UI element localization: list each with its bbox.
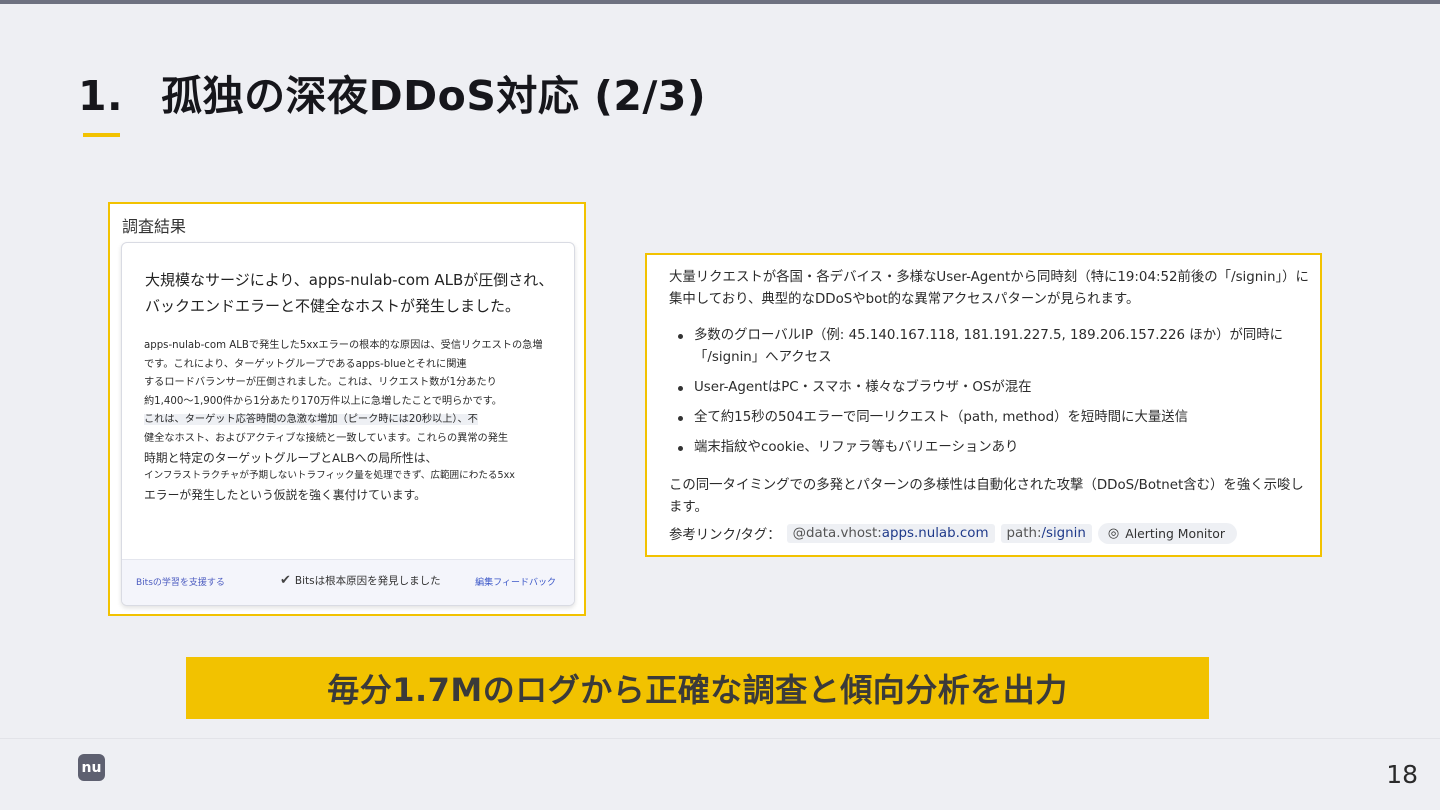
page-number: 18 [1386, 760, 1418, 789]
body-line: エラーが発生したという仮説を強く裏付けています。 [144, 487, 426, 502]
help-bits-learn-link[interactable]: Bitsの学習を支援する [136, 575, 225, 588]
list-item: 多数のグローバルIP（例: 45.140.167.118, 181.191.22… [677, 325, 1309, 369]
root-cause-found-status: ✔ Bitsは根本原因を発見しました [280, 573, 441, 588]
banner-text: 毎分1.7Mのログから正確な調査と傾向分析を出力 [327, 671, 1068, 709]
tag-path[interactable]: path:/signin [1000, 523, 1092, 543]
card-body: apps-nulab-com ALBで発生した5xxエラーの根本的な原因は、受信… [144, 337, 564, 504]
summary-banner: 毎分1.7Mのログから正確な調査と傾向分析を出力 [186, 657, 1209, 719]
title-underline [83, 133, 120, 137]
body-line: apps-nulab-com ALBで発生した5xxエラーの根本的な原因は、受信… [144, 340, 543, 351]
slide-title: 1. 孤独の深夜DDoS対応 (2/3) [78, 62, 706, 122]
analysis-intro: 大量リクエストが各国・各デバイス・多様なUser-Agentから同時刻（特に19… [669, 270, 1309, 307]
monitor-icon: ◎ [1107, 525, 1120, 541]
nulab-logo: nu [78, 754, 105, 781]
body-line: インフラストラクチャが予期しないトラフィック量を処理できず、広範囲にわたる5xx [144, 470, 515, 482]
analysis-conclusion: この同一タイミングでの多発とパターンの多様性は自動化された攻撃（DDoS/Bot… [669, 478, 1304, 515]
body-line: 時期と特定のターゲットグループとALBへの局所性は、 [144, 450, 438, 465]
card-footer: Bitsの学習を支援する ✔ Bitsは根本原因を発見しました 編集フィードバック [122, 559, 574, 605]
slide-title-number: 1. [78, 72, 124, 120]
top-bar [0, 0, 1440, 4]
body-line: するロードバランサーが圧倒されました。これは、リクエスト数が1分あたり [144, 377, 497, 389]
reference-tags: 参考リンク/タグ： @data.vhost:apps.nulab.com pat… [669, 521, 1237, 545]
check-icon: ✔ [280, 573, 291, 588]
list-item: 全て約15秒の504エラーで同一リクエスト（path, method）を短時間に… [677, 407, 1309, 429]
panel-heading: 調査結果 [122, 217, 187, 236]
body-line: これは、ターゲット応答時間の急激な増加（ピーク時には20秒以上）、不 [144, 414, 478, 426]
analysis-panel: 大量リクエストが各国・各デバイス・多様なUser-Agentから同時刻（特に19… [645, 253, 1322, 557]
card-headline: 大規模なサージにより、apps-nulab-com ALBが圧倒され、バックエン… [145, 271, 554, 315]
tags-label: 参考リンク/タグ： [669, 528, 781, 543]
list-item: User-AgentはPC・スマホ・様々なブラウザ・OSが混在 [677, 377, 1309, 399]
footer-divider [0, 738, 1440, 739]
body-line: 約1,400〜1,900件から1分あたり170万件以上に急増したことで明らかです… [144, 395, 502, 407]
alerting-monitor-pill[interactable]: ◎ Alerting Monitor [1097, 522, 1237, 544]
list-item: 端末指紋やcookie、リファラ等もバリエーションあり [677, 437, 1309, 459]
body-line: 健全なホスト、およびアクティブな接続と一致しています。これらの異常の発生 [144, 432, 509, 444]
investigation-result-panel: 調査結果 大規模なサージにより、apps-nulab-com ALBが圧倒され、… [108, 202, 586, 616]
tag-vhost[interactable]: @data.vhost:apps.nulab.com [786, 523, 995, 543]
slide-title-text: 孤独の深夜DDoS対応 (2/3) [161, 72, 707, 120]
result-card: 大規模なサージにより、apps-nulab-com ALBが圧倒され、バックエン… [121, 242, 575, 606]
analysis-bullet-list: 多数のグローバルIP（例: 45.140.167.118, 181.191.22… [677, 325, 1309, 467]
edit-feedback-link[interactable]: 編集フィードバック [475, 575, 556, 588]
body-line: です。これにより、ターゲットグループであるapps-blueとそれに関連 [144, 358, 467, 370]
